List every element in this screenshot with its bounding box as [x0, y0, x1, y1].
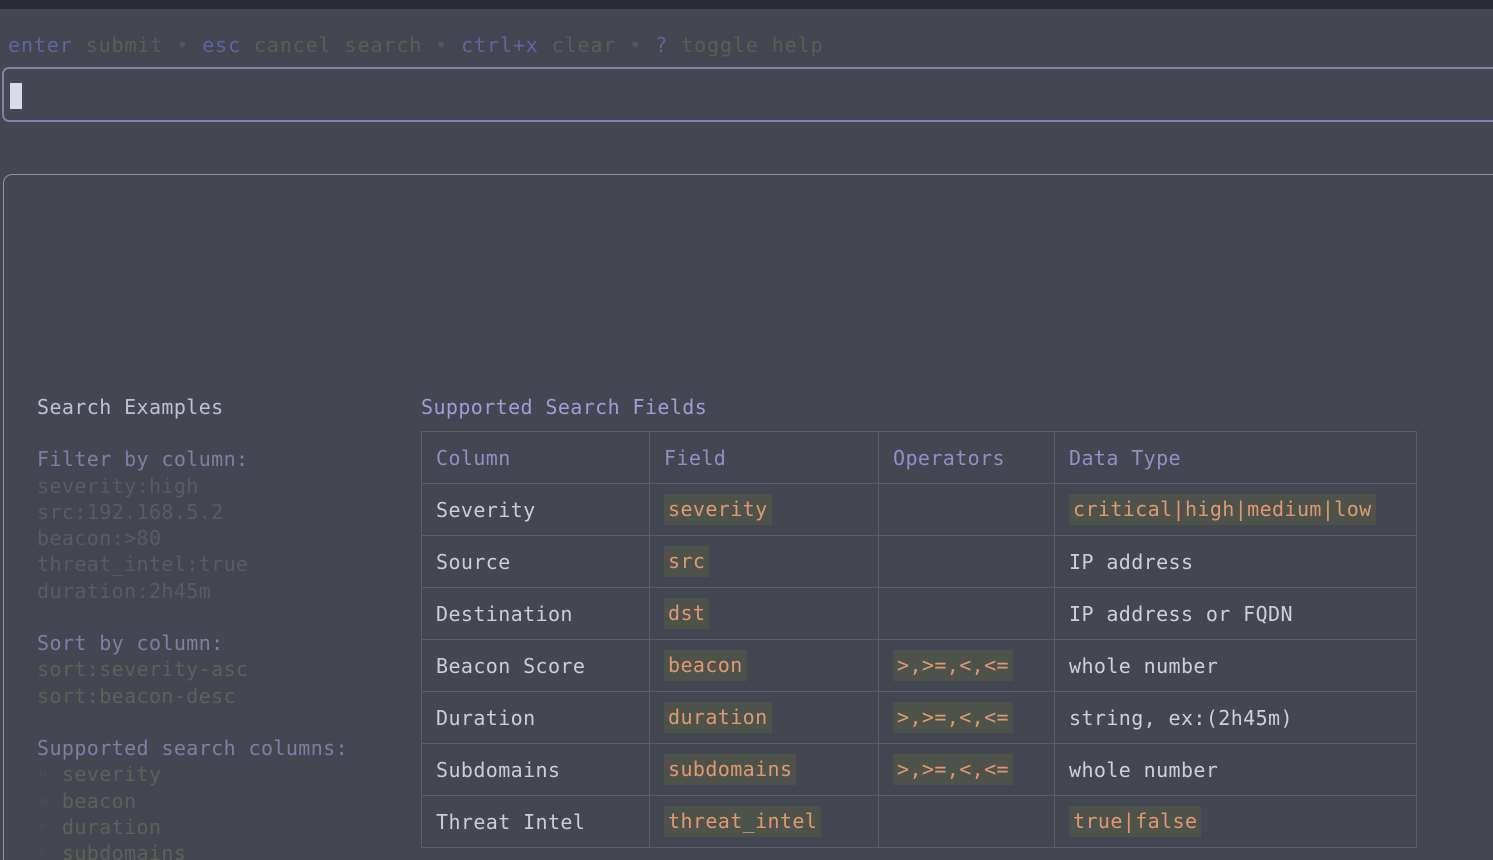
column-cell: Severity: [422, 484, 650, 536]
operators-cell: [879, 484, 1055, 536]
window-top-strip: [0, 0, 1493, 9]
filter-by-column-section: Filter by column: severity:high src:192.…: [37, 446, 348, 604]
field-cell: dst: [650, 588, 879, 640]
column-header: Data Type: [1055, 432, 1417, 484]
separator-bullet: •: [629, 33, 642, 57]
supported-column-item: ◦ duration: [37, 814, 348, 840]
data-type-cell: whole number: [1055, 640, 1417, 692]
keybinding-key: ctrl+x: [461, 33, 539, 57]
table-row: Duration duration >,>=,<,<= string, ex:(…: [422, 692, 1417, 744]
sort-example: sort:beacon-desc: [37, 683, 348, 709]
field-chip: duration: [664, 702, 772, 733]
keybinding-desc: clear: [552, 33, 617, 57]
keybinding-desc: cancel search: [254, 33, 422, 57]
table-row: Threat Intel threat_intel true|false: [422, 796, 1417, 848]
field-chip: threat_intel: [664, 806, 821, 837]
sort-example: sort:severity-asc: [37, 656, 348, 682]
search-input[interactable]: [2, 67, 1493, 122]
filter-example: threat_intel:true: [37, 551, 348, 577]
operators-cell: [879, 588, 1055, 640]
keybinding-help-bar: enter submit • esc cancel search • ctrl+…: [8, 33, 824, 57]
data-type-cell: whole number: [1055, 744, 1417, 796]
operators-cell: [879, 536, 1055, 588]
table-row: Destination dst IP address or FQDN: [422, 588, 1417, 640]
table-row: Source src IP address: [422, 536, 1417, 588]
supported-search-fields-table: Column Field Operators Data Type Severit…: [421, 431, 1417, 848]
filter-example: severity:high: [37, 473, 348, 499]
search-help-panel: Search Examples Filter by column: severi…: [3, 174, 1493, 860]
table-row: Beacon Score beacon >,>=,<,<= whole numb…: [422, 640, 1417, 692]
field-cell: severity: [650, 484, 879, 536]
supported-columns-section: Supported search columns: ◦ severity ◦ b…: [37, 735, 348, 860]
field-cell: subdomains: [650, 744, 879, 796]
supported-column-label: beacon: [62, 789, 137, 813]
keybinding-desc: toggle help: [681, 33, 823, 57]
field-cell: src: [650, 536, 879, 588]
field-cell: duration: [650, 692, 879, 744]
operators-cell: >,>=,<,<=: [879, 692, 1055, 744]
supported-column-item: ◦ subdomains: [37, 840, 348, 860]
filter-example: src:192.168.5.2: [37, 499, 348, 525]
supported-search-fields-section: Supported Search Fields Column Field Ope…: [421, 394, 1417, 860]
operators-cell: >,>=,<,<=: [879, 640, 1055, 692]
column-cell: Subdomains: [422, 744, 650, 796]
keybinding-desc: submit: [86, 33, 164, 57]
bullet-icon: ◦: [37, 762, 49, 786]
text-cursor: [10, 83, 22, 109]
operators-chip: >,>=,<,<=: [893, 754, 1013, 785]
data-type-cell: string, ex:(2h45m): [1055, 692, 1417, 744]
field-chip: src: [664, 546, 709, 577]
field-chip: dst: [664, 598, 709, 629]
column-header: Field: [650, 432, 879, 484]
column-header: Operators: [879, 432, 1055, 484]
keybinding-key: ?: [655, 33, 668, 57]
supported-column-label: severity: [62, 762, 162, 786]
field-chip: subdomains: [664, 754, 796, 785]
search-examples-section: Search Examples Filter by column: severi…: [37, 394, 348, 860]
column-cell: Source: [422, 536, 650, 588]
sort-by-column-section: Sort by column: sort:severity-asc sort:b…: [37, 630, 348, 709]
data-type-chip: true|false: [1069, 806, 1201, 837]
column-header: Column: [422, 432, 650, 484]
data-type-cell: IP address or FQDN: [1055, 588, 1417, 640]
operators-cell: [879, 796, 1055, 848]
filter-example: beacon:>80: [37, 525, 348, 551]
data-type-cell: critical|high|medium|low: [1055, 484, 1417, 536]
column-cell: Duration: [422, 692, 650, 744]
field-chip: beacon: [664, 650, 747, 681]
bullet-icon: ◦: [37, 815, 49, 839]
data-type-cell: true|false: [1055, 796, 1417, 848]
table-row: Severity severity critical|high|medium|l…: [422, 484, 1417, 536]
field-cell: threat_intel: [650, 796, 879, 848]
data-type-cell: IP address: [1055, 536, 1417, 588]
filter-example: duration:2h45m: [37, 578, 348, 604]
table-row: Subdomains subdomains >,>=,<,<= whole nu…: [422, 744, 1417, 796]
supported-columns-heading: Supported search columns:: [37, 735, 348, 761]
search-examples-title: Search Examples: [37, 394, 348, 420]
operators-chip: >,>=,<,<=: [893, 650, 1013, 681]
separator-bullet: •: [176, 33, 189, 57]
separator-bullet: •: [435, 33, 448, 57]
supported-search-fields-title: Supported Search Fields: [421, 394, 1417, 420]
operators-cell: >,>=,<,<=: [879, 744, 1055, 796]
supported-column-label: subdomains: [62, 841, 186, 860]
supported-column-item: ◦ beacon: [37, 788, 348, 814]
bullet-icon: ◦: [37, 841, 49, 860]
supported-column-label: duration: [62, 815, 162, 839]
filter-by-column-heading: Filter by column:: [37, 446, 348, 472]
supported-column-item: ◦ severity: [37, 761, 348, 787]
sort-by-column-heading: Sort by column:: [37, 630, 348, 656]
data-type-chip: critical|high|medium|low: [1069, 494, 1376, 525]
operators-chip: >,>=,<,<=: [893, 702, 1013, 733]
table-header-row: Column Field Operators Data Type: [422, 432, 1417, 484]
field-cell: beacon: [650, 640, 879, 692]
column-cell: Destination: [422, 588, 650, 640]
keybinding-key: enter: [8, 33, 73, 57]
column-cell: Beacon Score: [422, 640, 650, 692]
keybinding-key: esc: [202, 33, 241, 57]
field-chip: severity: [664, 494, 772, 525]
column-cell: Threat Intel: [422, 796, 650, 848]
bullet-icon: ◦: [37, 789, 49, 813]
